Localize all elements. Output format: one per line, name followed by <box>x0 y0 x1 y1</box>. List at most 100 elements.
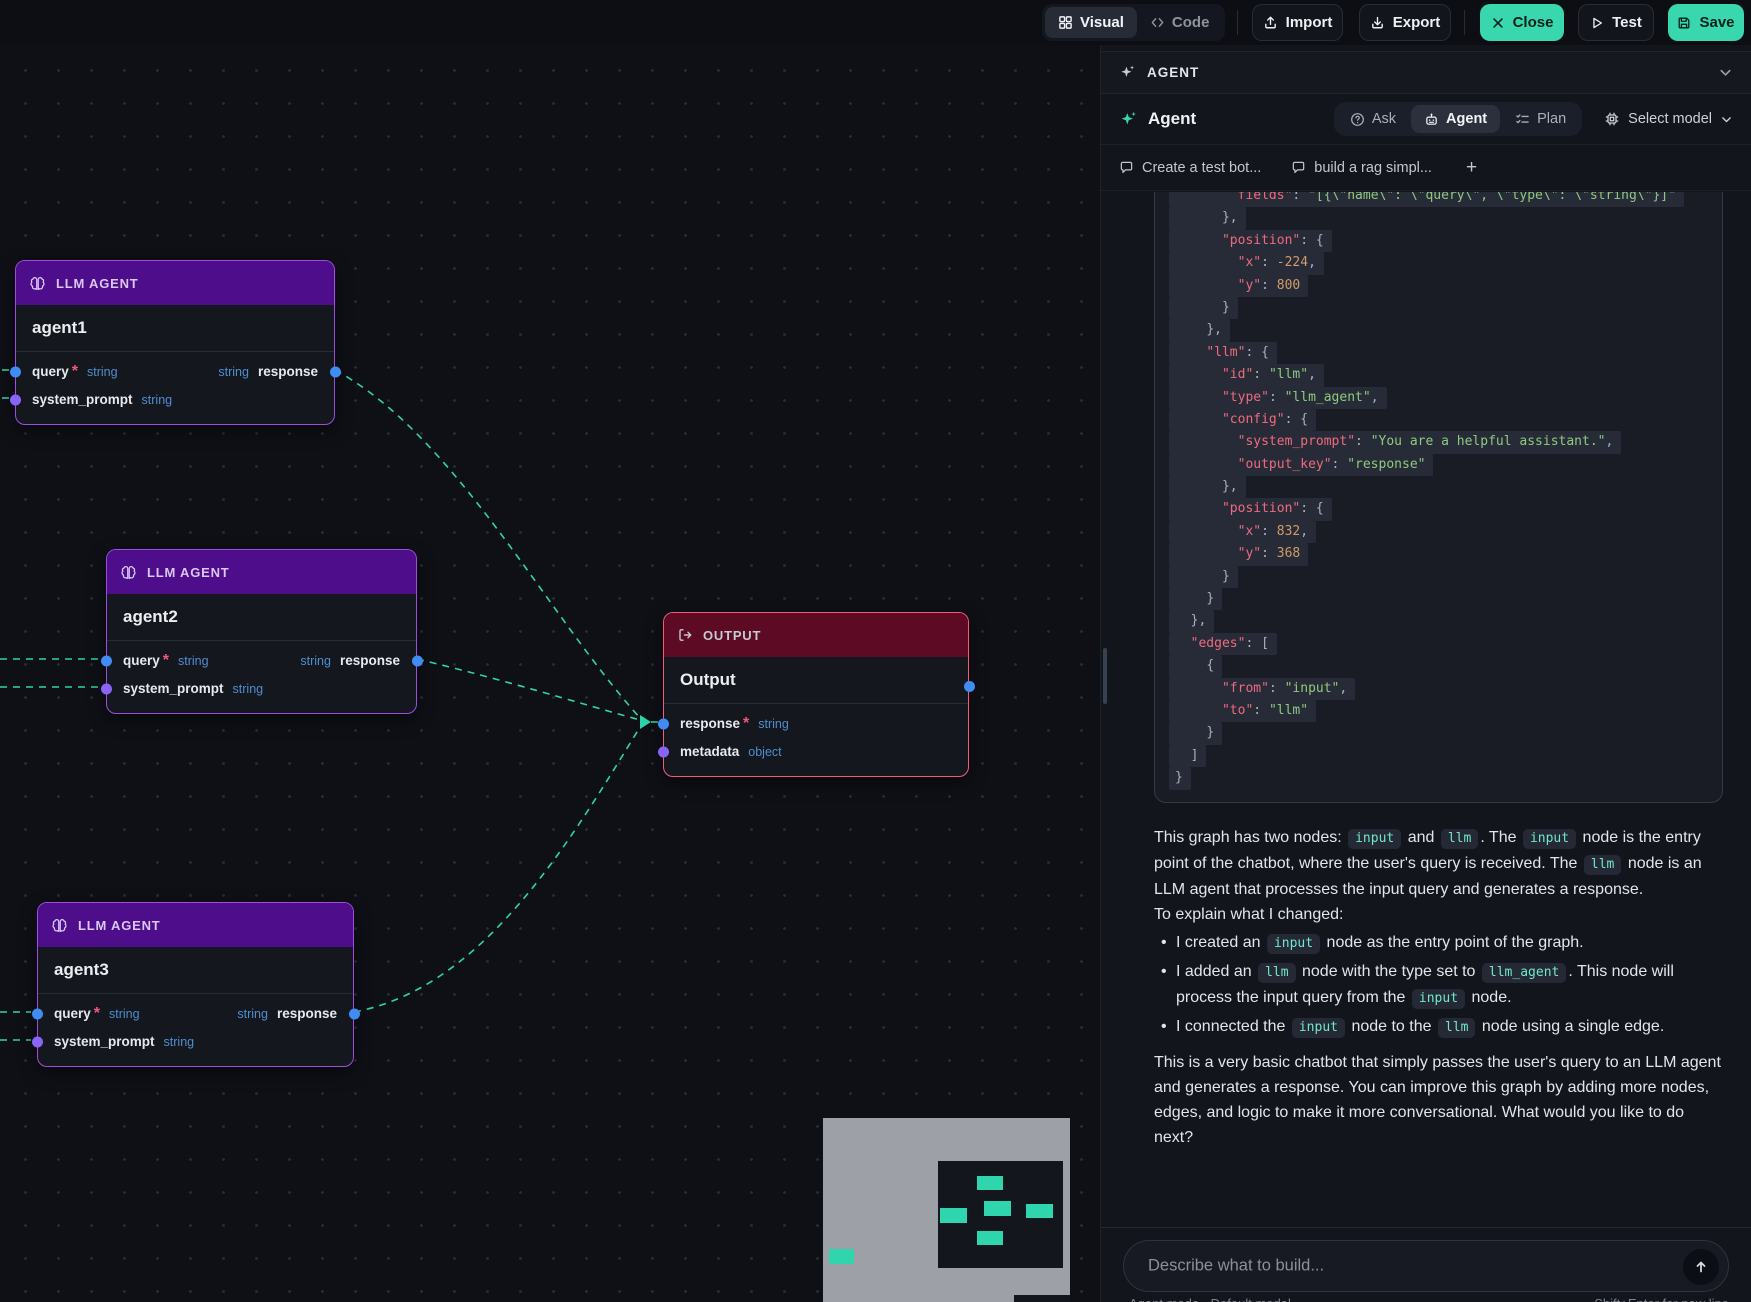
chat-tab-1[interactable]: build a rag simpl... <box>1291 160 1432 176</box>
visual-mode-button[interactable]: Visual <box>1045 7 1137 38</box>
close-label: Close <box>1513 14 1554 31</box>
code-line: "y": 800 <box>1169 275 1708 297</box>
output-port[interactable] <box>964 681 975 692</box>
flow-canvas[interactable]: LLM AGENTagent1query*stringstringrespons… <box>0 45 1100 1302</box>
scrollbar-thumb[interactable] <box>1103 648 1107 704</box>
field-type: string <box>237 1000 268 1028</box>
required-marker: * <box>163 647 169 675</box>
agent-panel-title: Agent <box>1148 109 1196 129</box>
message-paragraph: To explain what I changed: <box>1154 902 1723 927</box>
brain-icon <box>120 564 137 581</box>
node-title: agent1 <box>16 305 334 352</box>
node-field-row: query*stringstringresponse <box>107 647 416 675</box>
minimap-viewport <box>1014 1295 1070 1302</box>
agent-header-row: Agent Ask Agent Plan Select model <box>1101 94 1751 145</box>
node-agent3[interactable]: LLM AGENTagent3query*stringstringrespons… <box>37 902 354 1067</box>
field-type: string <box>87 358 118 386</box>
field-name: query <box>54 1000 91 1028</box>
inline-code: llm_agent <box>1482 963 1566 983</box>
field-name: query <box>123 647 160 675</box>
import-button[interactable]: Import <box>1252 4 1343 41</box>
save-label: Save <box>1699 14 1734 31</box>
node-output[interactable]: OUTPUTOutputresponse*stringmetadataobjec… <box>663 612 969 777</box>
field-name: response <box>277 1000 337 1028</box>
code-line: "type": "llm_agent", <box>1169 387 1708 409</box>
visual-mode-label: Visual <box>1080 14 1124 31</box>
chat-tabs: Create a test bot... build a rag simpl...… <box>1101 145 1751 191</box>
mode-label: Plan <box>1537 111 1566 127</box>
code-line: } <box>1169 767 1708 789</box>
minimap[interactable] <box>823 1118 1070 1302</box>
field-type: string <box>758 710 789 738</box>
input-port[interactable] <box>658 719 669 730</box>
mode-label: Ask <box>1372 111 1396 127</box>
input-port[interactable] <box>10 395 21 406</box>
new-chat-button[interactable]: + <box>1462 157 1481 179</box>
chat-scroll-area[interactable]: fields": "[{\"name\": \"query\", \"type\… <box>1101 192 1751 1228</box>
output-port[interactable] <box>412 656 423 667</box>
minimap-node <box>977 1231 1003 1245</box>
select-model-button[interactable]: Select model <box>1604 111 1733 127</box>
field-type: string <box>178 647 209 675</box>
assistant-message: This graph has two nodes: input and llm.… <box>1154 825 1723 1150</box>
chat-tab-label: build a rag simpl... <box>1314 160 1432 176</box>
field-type: string <box>218 358 249 386</box>
node-header-label: LLM AGENT <box>56 276 139 291</box>
output-port[interactable] <box>349 1009 360 1020</box>
field-name: metadata <box>680 738 739 766</box>
node-agent2[interactable]: LLM AGENTagent2query*stringstringrespons… <box>106 549 417 714</box>
mode-plan[interactable]: Plan <box>1502 105 1579 133</box>
input-port[interactable] <box>101 656 112 667</box>
save-icon <box>1677 16 1691 30</box>
export-button[interactable]: Export <box>1359 4 1451 41</box>
brain-icon <box>51 917 68 934</box>
close-button[interactable]: Close <box>1480 4 1564 41</box>
field-type: string <box>142 386 173 414</box>
agent-panel: AGENT Agent Ask Agent Plan <box>1100 45 1751 1302</box>
brain-icon <box>29 275 46 292</box>
node-agent1[interactable]: LLM AGENTagent1query*stringstringrespons… <box>15 260 335 425</box>
field-name: system_prompt <box>32 386 133 414</box>
inline-code: llm <box>1441 829 1478 849</box>
chat-tab-label: Create a test bot... <box>1142 160 1261 176</box>
send-button[interactable] <box>1683 1249 1719 1285</box>
bubble-icon <box>1291 160 1306 175</box>
code-line: fields": "[{\"name\": \"query\", \"type\… <box>1169 192 1708 207</box>
composer-footer-right: Shift+Enter for new line <box>1594 1296 1729 1302</box>
chat-input[interactable]: Describe what to build... <box>1123 1240 1729 1292</box>
input-port[interactable] <box>658 747 669 758</box>
node-field-row: response*string <box>664 710 968 738</box>
save-button[interactable]: Save <box>1668 4 1744 41</box>
export-label: Export <box>1393 14 1441 31</box>
code-line: "to": "llm" <box>1169 700 1708 722</box>
agent-section-header[interactable]: AGENT <box>1101 51 1751 94</box>
composer: Describe what to build... Agent mode · D… <box>1101 1227 1751 1302</box>
toolbar-divider <box>1464 10 1465 35</box>
test-button[interactable]: Test <box>1578 4 1654 41</box>
code-line: { <box>1169 655 1708 677</box>
input-port[interactable] <box>10 367 21 378</box>
code-line: "output_key": "response" <box>1169 454 1708 476</box>
mode-agent[interactable]: Agent <box>1411 105 1500 133</box>
mode-ask[interactable]: Ask <box>1337 105 1409 133</box>
edge-agent3-output <box>354 727 640 1012</box>
code-mode-button[interactable]: Code <box>1137 7 1223 38</box>
chat-tab-0[interactable]: Create a test bot... <box>1119 160 1261 176</box>
input-port[interactable] <box>32 1009 43 1020</box>
code-line: "llm": { <box>1169 342 1708 364</box>
edge-agent2-output <box>417 659 640 720</box>
input-port[interactable] <box>101 684 112 695</box>
import-icon <box>1263 15 1278 30</box>
composer-footer: Agent mode · Default model Shift+Enter f… <box>1129 1296 1729 1302</box>
code-line: "from": "input", <box>1169 678 1708 700</box>
input-port[interactable] <box>32 1037 43 1048</box>
message-bullet: I added an llm node with the type set to… <box>1154 959 1723 1011</box>
output-port[interactable] <box>330 367 341 378</box>
sparkles-icon <box>1119 64 1136 81</box>
inline-code: input <box>1292 1018 1345 1038</box>
node-header: LLM AGENT <box>38 903 353 947</box>
chevron-down-icon[interactable] <box>1718 65 1733 80</box>
json-code-block[interactable]: fields": "[{\"name\": \"query\", \"type\… <box>1154 192 1723 803</box>
code-line: } <box>1169 588 1708 610</box>
code-line: "edges": [ <box>1169 633 1708 655</box>
